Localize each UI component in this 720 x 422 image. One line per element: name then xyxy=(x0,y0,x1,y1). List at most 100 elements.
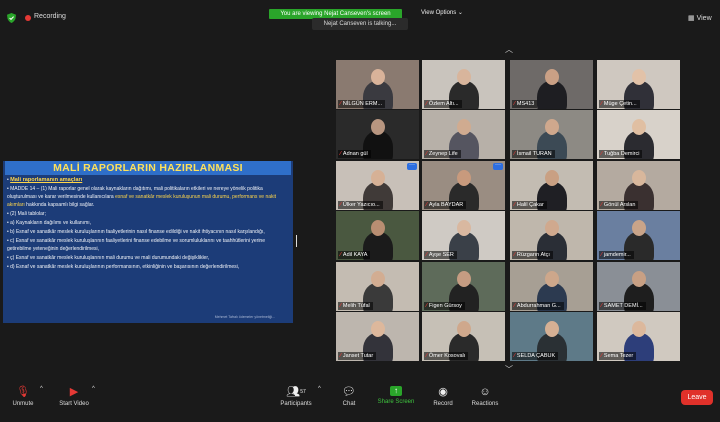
participant-name-tag: ⁄ Ayşe SER xyxy=(424,251,457,259)
participant-tile[interactable]: ⁄ Zeynep Life xyxy=(422,110,505,159)
participant-name-tag: ⁄ Adil KAYA xyxy=(338,251,371,259)
participant-face xyxy=(456,321,471,337)
participant-face xyxy=(456,220,471,236)
mic-muted-icon: ⁄ xyxy=(514,252,515,258)
participant-tile[interactable]: ⁄ Melih Tüfal xyxy=(336,262,419,311)
video-options-chevron-icon[interactable]: ^ xyxy=(92,386,95,392)
mic-muted-icon: ⁄ xyxy=(426,101,427,107)
reactions-button[interactable]: ☺︎ Reactions xyxy=(468,386,502,407)
participant-tile[interactable]: ⁄ Janset Tutar xyxy=(336,312,419,361)
participant-tile[interactable]: ⁄ Ayşe SER xyxy=(422,211,505,260)
participant-name-tag: ⁄ Janset Tutar xyxy=(338,352,377,360)
split-divider-handle[interactable] xyxy=(296,235,297,247)
mic-muted-icon: ⁄ xyxy=(514,151,515,157)
participant-tile[interactable]: ⁄ Abdurrahman G... xyxy=(510,262,593,311)
participant-tile[interactable]: ⁄ Ayla BAYDAR ··· xyxy=(422,161,505,210)
mic-muted-icon: ⁄ xyxy=(514,202,515,208)
participant-name: Sema Tezer xyxy=(603,353,634,359)
participant-tile[interactable]: ⁄ SELDA ÇABUK xyxy=(510,312,593,361)
participants-icon: 👥︎57 xyxy=(286,386,306,398)
participants-count: 57 xyxy=(300,389,306,395)
participant-tile[interactable]: ⁄ NİLGÜN ERM... xyxy=(336,60,419,109)
participant-tile[interactable]: ⁄ jamdemir... xyxy=(597,211,680,260)
mic-muted-icon: ⁄ xyxy=(426,303,427,309)
participant-name: Ömer Kosovalı xyxy=(428,353,466,359)
recording-label[interactable]: Recording xyxy=(34,13,66,20)
share-screen-button[interactable]: ↑ Share Screen xyxy=(374,386,418,405)
leave-button[interactable]: Leave xyxy=(681,390,713,405)
participant-name-tag: ⁄ SAMET DEMİ... xyxy=(599,302,646,310)
participant-name-tag: ⁄ MS413 xyxy=(512,100,538,108)
participant-name: Gönül Arslan xyxy=(603,202,636,208)
participant-name: Figen Gürsoy xyxy=(428,303,462,309)
start-video-button[interactable]: ▶︎ Start Video xyxy=(54,386,94,407)
more-options-icon[interactable]: ··· xyxy=(407,162,417,170)
participant-tile[interactable]: ⁄ Tuğba Demirci xyxy=(597,110,680,159)
unmute-button[interactable]: 🎙︎ Unmute xyxy=(8,386,38,407)
reactions-label: Reactions xyxy=(471,401,499,407)
participant-tile[interactable]: ⁄ SAMET DEMİ... xyxy=(597,262,680,311)
participant-name: Adnan gül xyxy=(342,151,368,157)
slide-footnote: Mehmet Tafralı ödemeler yönetmeliği... xyxy=(214,315,275,319)
record-label: Record xyxy=(433,401,453,407)
slide-item-c2: ç) Esnaf ve sanatkâr meslek kuruluşların… xyxy=(10,255,210,262)
participant-tile[interactable]: ⁄ Sema Tezer xyxy=(597,312,680,361)
view-button-label: View xyxy=(696,15,712,22)
participant-face xyxy=(370,69,385,85)
participant-face xyxy=(544,119,559,135)
view-button[interactable]: ▦ View xyxy=(688,14,712,22)
view-options-button[interactable]: View Options ⌄ xyxy=(421,9,463,16)
participant-tile[interactable]: ⁄ Figen Gürsoy xyxy=(422,262,505,311)
participant-tile[interactable]: ⁄ MS413 xyxy=(510,60,593,109)
participant-tile[interactable]: ⁄ Ülker Yazıcıo... ··· xyxy=(336,161,419,210)
participant-name: Tuğba Demirci xyxy=(603,151,640,157)
participant-name: Janset Tutar xyxy=(342,353,374,359)
participants-options-chevron-icon[interactable]: ^ xyxy=(318,386,321,392)
participant-name-tag: ⁄ Ülker Yazıcıo... xyxy=(338,201,383,209)
participant-tile[interactable]: ⁄ Gönül Arslan xyxy=(597,161,680,210)
mic-muted-icon: ⁄ xyxy=(426,202,427,208)
shield-icon[interactable] xyxy=(7,13,16,23)
participant-name: Halil Çakar xyxy=(516,202,544,208)
mic-muted-icon: ⁄ xyxy=(426,252,427,258)
mic-muted-icon: ⁄ xyxy=(426,353,427,359)
chevron-down-icon: ⌄ xyxy=(457,10,463,16)
mic-muted-icon: 🎙︎ xyxy=(16,386,30,398)
camera-off-icon: ▶︎ xyxy=(69,386,79,398)
participant-name: Müge Çetin... xyxy=(603,101,637,107)
more-options-icon[interactable]: ··· xyxy=(493,162,503,170)
participant-tile[interactable]: ⁄ Ömer Kosovalı xyxy=(422,312,505,361)
participant-tile[interactable]: ⁄ Müge Çetin... xyxy=(597,60,680,109)
participant-name-tag: ⁄ İsmail TURAN xyxy=(512,150,555,158)
record-button[interactable]: ◉ Record xyxy=(428,386,458,407)
participant-name-tag: ⁄ Özlem Altı... xyxy=(424,100,462,108)
participant-face xyxy=(456,271,471,287)
audio-options-chevron-icon[interactable]: ^ xyxy=(40,386,43,392)
participant-name: Zeynep Life xyxy=(428,151,458,157)
participant-face xyxy=(370,271,385,287)
gallery-prev-page-icon[interactable]: ︿ xyxy=(501,44,517,54)
participant-tile[interactable]: ⁄ Adil KAYA xyxy=(336,211,419,260)
participant-tile[interactable]: ⁄ Rüzgarın Atçı xyxy=(510,211,593,260)
participant-name-tag: ⁄ Ömer Kosovalı xyxy=(424,352,469,360)
recording-dot-icon xyxy=(25,15,31,21)
participants-button[interactable]: 👥︎57 Participants xyxy=(276,386,316,407)
participant-name-tag: ⁄ Gönül Arslan xyxy=(599,201,639,209)
participant-name: SAMET DEMİ... xyxy=(603,303,643,309)
mic-muted-icon: ⁄ xyxy=(601,202,602,208)
mic-muted-icon: ⁄ xyxy=(340,151,341,157)
chat-icon: 💬︎ xyxy=(342,386,356,398)
participant-name: SELDA ÇABUK xyxy=(516,353,556,359)
participant-tile[interactable]: ⁄ Adnan gül xyxy=(336,110,419,159)
presentation-slide: MALİ RAPORLARIN HAZIRLANMASI • Mali rapo… xyxy=(3,161,293,323)
participant-tile[interactable]: ⁄ İsmail TURAN xyxy=(510,110,593,159)
gallery-next-page-icon[interactable]: ﹀ xyxy=(501,364,517,374)
participant-face xyxy=(370,119,385,135)
chat-button[interactable]: 💬︎ Chat xyxy=(336,386,362,407)
participant-tile[interactable]: ⁄ Özlem Altı... xyxy=(422,60,505,109)
participant-name: Ayla BAYDAR xyxy=(428,202,464,208)
participant-name-tag: ⁄ Figen Gürsoy xyxy=(424,302,465,310)
participant-tile[interactable]: ⁄ Halil Çakar xyxy=(510,161,593,210)
participant-face xyxy=(456,69,471,85)
participant-name: Özlem Altı... xyxy=(428,101,459,107)
